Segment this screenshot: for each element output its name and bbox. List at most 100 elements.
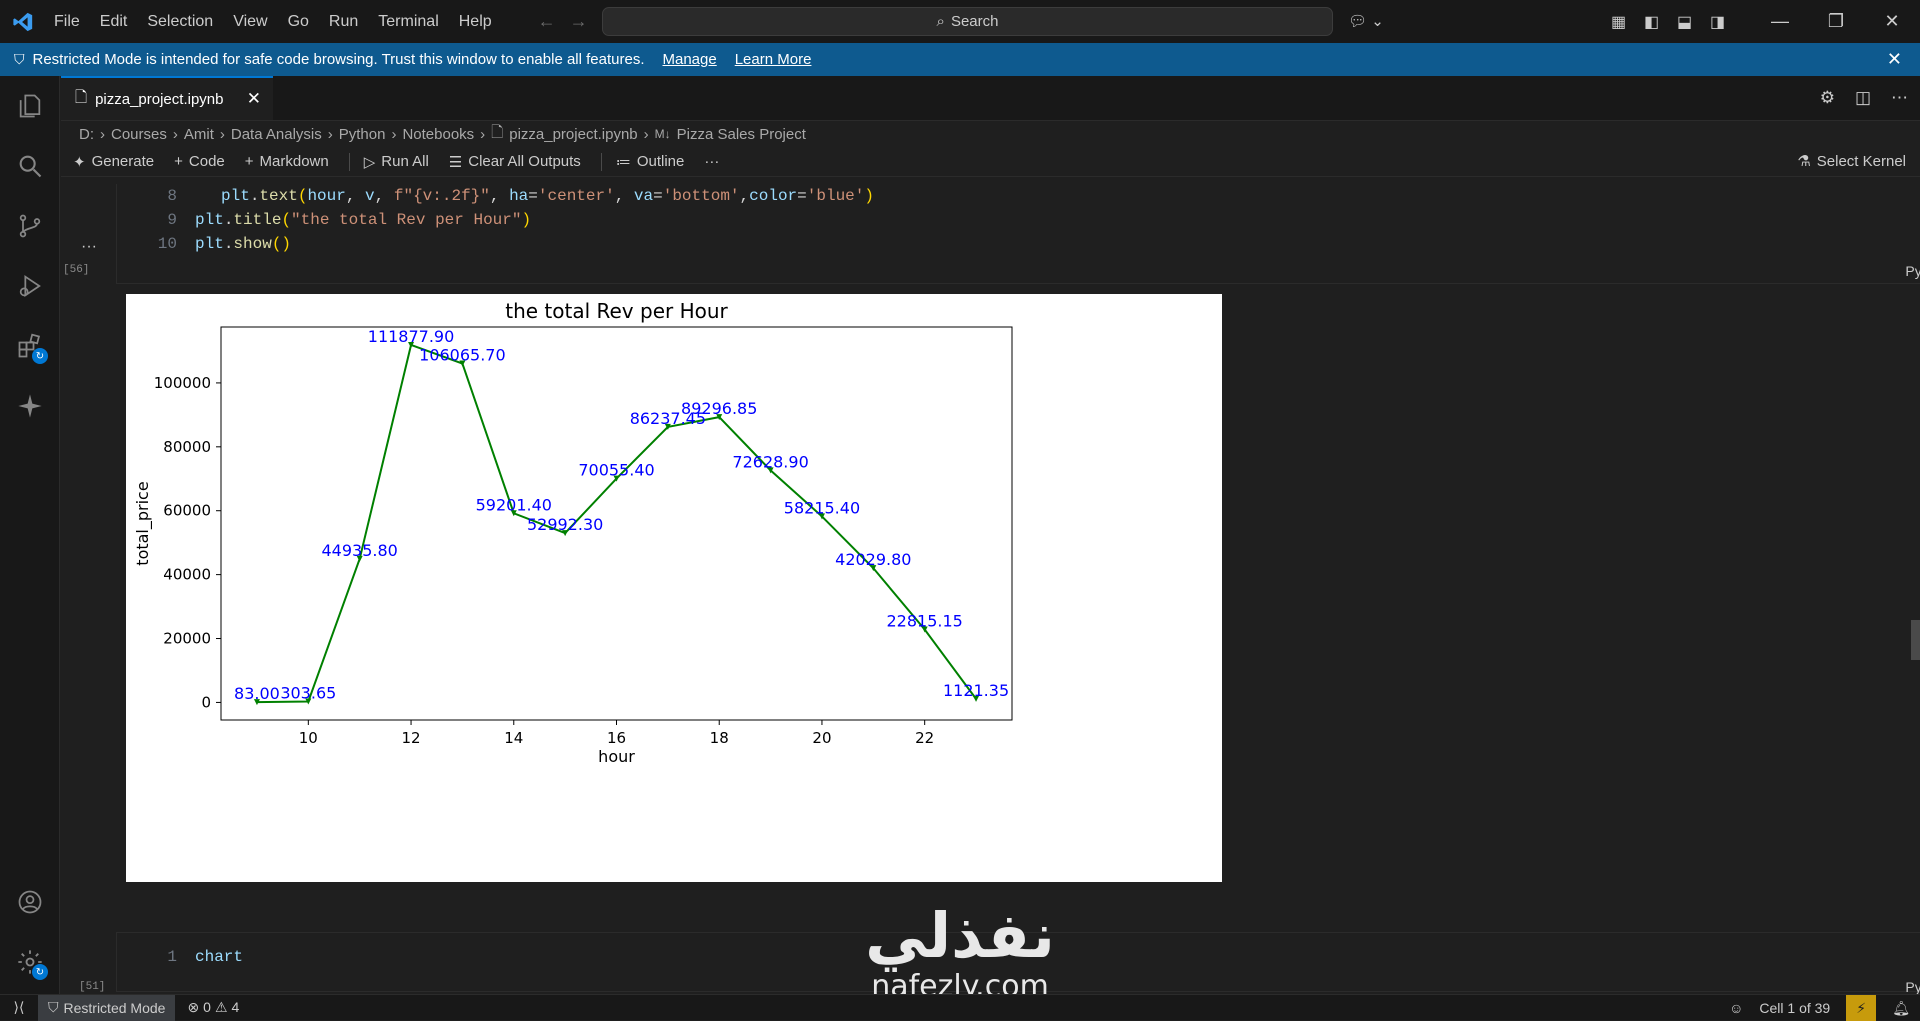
code-cell[interactable]: 8 plt.text(hour, v, f"{v:.2f}", ha='cente… — [63, 184, 1920, 284]
toolbar-divider — [348, 152, 350, 171]
y-axis-label: total_price — [133, 481, 153, 565]
run-debug-icon[interactable] — [0, 256, 60, 316]
copilot-chat-icon[interactable]: 💬︎ ⌄ — [1348, 12, 1384, 30]
editor-actions: ⚙ ◫ ⋯ — [1820, 88, 1908, 108]
breadcrumb-item[interactable]: Courses — [111, 126, 167, 143]
plot-frame — [220, 326, 1013, 721]
breadcrumb-item[interactable]: Data Analysis — [231, 126, 322, 143]
copilot-sparkle-icon[interactable] — [0, 376, 60, 436]
menu-file[interactable]: File — [44, 0, 90, 43]
breadcrumb-item[interactable]: Pizza Sales Project — [677, 126, 806, 143]
data-label: 72628.90 — [732, 452, 808, 471]
close-tab-icon[interactable]: ✕ — [247, 89, 261, 109]
forward-arrow-icon[interactable]: → — [570, 11, 588, 32]
chart-title: the total Rev per Hour — [505, 299, 728, 323]
learn-more-link[interactable]: Learn More — [735, 51, 812, 68]
menu-help[interactable]: Help — [449, 0, 502, 43]
outline-label: Outline — [636, 153, 685, 170]
toggle-primary-sidebar-icon[interactable]: ◧ — [1635, 0, 1668, 43]
vscode-logo-icon — [12, 11, 34, 33]
breadcrumb-item[interactable]: Amit — [184, 126, 214, 143]
breadcrumb-item[interactable]: Notebooks — [402, 126, 474, 143]
select-kernel-button[interactable]: ⚗ Select Kernel — [1797, 152, 1906, 171]
copilot-icon[interactable]: ☺ — [1729, 1000, 1743, 1016]
toggle-secondary-sidebar-icon[interactable]: ◨ — [1701, 0, 1734, 43]
editor-area: 🗋 pizza_project.ipynb ✕ ⚙ ◫ ⋯ D: › Course… — [61, 76, 1920, 995]
restricted-mode-status[interactable]: ⛉ Restricted Mode — [38, 994, 176, 1021]
breadcrumb-item[interactable]: Python — [339, 126, 386, 143]
data-label: 42029.80 — [835, 550, 911, 569]
code-line: 9 plt.title("the total Rev per Hour") — [117, 208, 874, 232]
breadcrumb-item[interactable]: pizza_project.ipynb — [509, 126, 637, 143]
breadcrumb-item[interactable]: D: — [79, 126, 94, 143]
manage-link[interactable]: Manage — [663, 51, 717, 68]
menu-selection[interactable]: Selection — [137, 0, 223, 43]
extensions-icon[interactable]: ↻ — [0, 316, 60, 376]
menu-view[interactable]: View — [223, 0, 277, 43]
explorer-icon[interactable] — [0, 76, 60, 136]
accounts-icon[interactable] — [0, 872, 60, 932]
cell-code: 8 plt.text(hour, v, f"{v:.2f}", ha='cente… — [117, 184, 874, 256]
restore-icon[interactable]: ❐ — [1808, 0, 1864, 43]
problems-status[interactable]: ⊗ 0 ⚠ 4 — [187, 999, 239, 1016]
more-toolbar-button[interactable]: ··· — [704, 153, 719, 170]
markdown-label: Markdown — [259, 153, 329, 170]
line-number: 10 — [157, 235, 177, 253]
no-kernel-icon[interactable]: ⚡︎ — [1846, 995, 1877, 1021]
status-right: ☺ Cell 1 of 39 ⚡︎ 🔔︎ — [1729, 995, 1920, 1021]
restricted-mode-banner: ⛉ Restricted Mode is intended for safe c… — [0, 43, 1920, 76]
menu-run[interactable]: Run — [319, 0, 368, 43]
x-tick-label: 16 — [607, 729, 626, 747]
close-window-icon[interactable]: ✕ — [1864, 0, 1920, 43]
cell-language[interactable]: Python — [1905, 979, 1920, 995]
code-text: chart — [195, 948, 244, 966]
menu-go[interactable]: Go — [278, 0, 319, 43]
code-line: 1 chart — [117, 945, 243, 969]
chevron-right-icon: › — [391, 125, 397, 143]
remote-icon[interactable]: ⟩⟨ — [0, 995, 38, 1021]
breadcrumb: D: › Courses › Amit › Data Analysis › Python… — [61, 121, 1920, 147]
output-actions-icon[interactable]: ··· — [81, 238, 97, 256]
manage-gear-icon[interactable]: ↻ — [0, 932, 60, 992]
execution-count: [56] — [63, 264, 90, 276]
settings-gear-icon[interactable]: ⚙ — [1820, 88, 1835, 108]
generate-button[interactable]: ✦ Generate — [73, 153, 154, 171]
search-icon[interactable] — [0, 136, 60, 196]
clear-all-icon: ☰ — [448, 153, 463, 171]
x-tick-label: 10 — [299, 729, 318, 747]
title-bar: File Edit Selection View Go Run Terminal… — [0, 0, 1920, 43]
menu-edit[interactable]: Edit — [90, 0, 138, 43]
x-axis-label: hour — [598, 747, 635, 766]
add-code-button[interactable]: + Code — [174, 153, 225, 170]
gear-badge-icon: ↻ — [32, 964, 48, 980]
outline-button[interactable]: ≔ Outline — [616, 153, 685, 171]
execution-count: [51] — [79, 981, 106, 993]
search-icon: ⌕ — [936, 13, 945, 30]
add-markdown-button[interactable]: + Markdown — [245, 153, 329, 170]
code-cell[interactable]: 1 chart [51] Python — [79, 932, 1920, 995]
more-actions-icon[interactable]: ⋯ — [1891, 88, 1908, 108]
tab-pizza-project[interactable]: 🗋 pizza_project.ipynb ✕ — [61, 76, 273, 120]
close-banner-icon[interactable]: ✕ — [1887, 49, 1902, 70]
data-label: 44935.80 — [322, 541, 398, 560]
y-tick-label: 100000 — [154, 374, 211, 392]
command-center-search[interactable]: ⌕ Search — [602, 7, 1333, 36]
minimize-icon[interactable]: — — [1752, 0, 1808, 43]
clear-outputs-button[interactable]: ☰ Clear All Outputs — [449, 153, 581, 171]
cell-indicator[interactable]: Cell 1 of 39 — [1759, 1000, 1830, 1016]
notifications-bell-icon[interactable]: 🔔︎ — [1892, 1000, 1910, 1017]
line-number: 8 — [167, 187, 177, 205]
scrollbar-thumb[interactable] — [1911, 620, 1920, 660]
toggle-panel-icon[interactable]: ⬓ — [1668, 0, 1701, 43]
cell-language[interactable]: Python — [1905, 263, 1920, 279]
run-all-button[interactable]: ▷ Run All — [364, 153, 429, 171]
menu-terminal[interactable]: Terminal — [368, 0, 448, 43]
back-arrow-icon[interactable]: ← — [538, 11, 556, 32]
source-control-icon[interactable] — [0, 196, 60, 256]
split-editor-icon[interactable]: ◫ — [1855, 88, 1871, 108]
status-bar: ⟩⟨ ⛉ Restricted Mode ⊗ 0 ⚠ 4 ☺ Cell 1 of 39… — [0, 994, 1920, 1021]
customize-layout-icon[interactable]: ▦ — [1602, 0, 1635, 43]
series-line — [256, 343, 977, 704]
sparkle-icon: ✦ — [73, 153, 86, 171]
x-tick-label: 18 — [710, 729, 729, 747]
